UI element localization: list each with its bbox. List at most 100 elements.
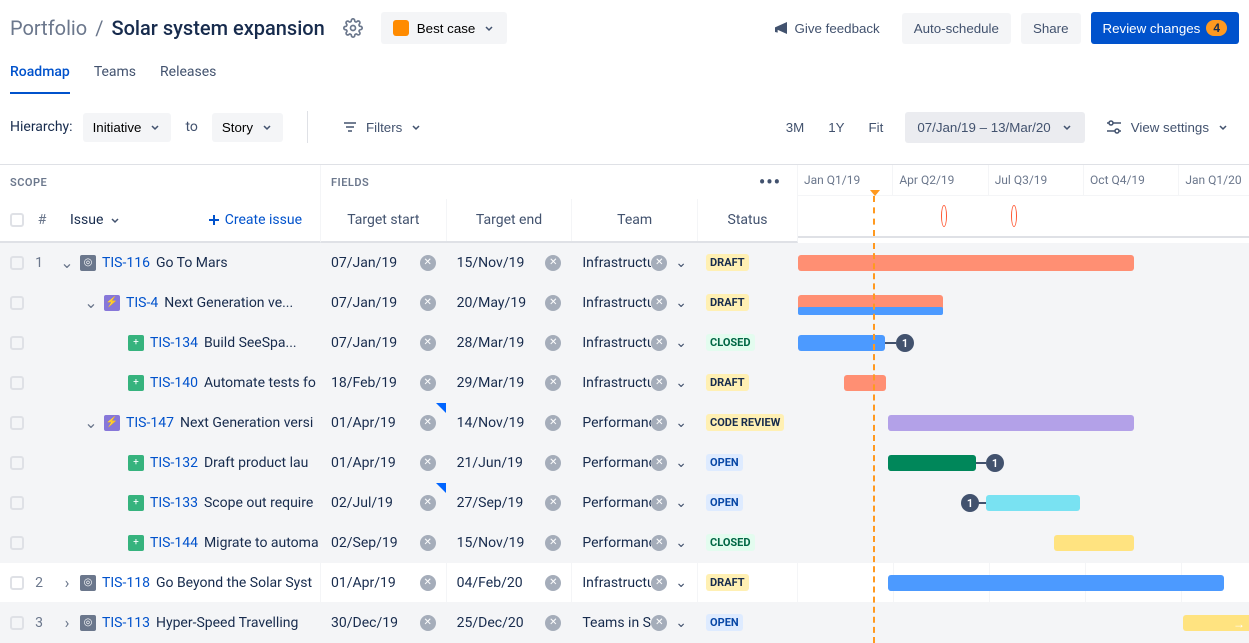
chevron-down-icon[interactable]: ⌄	[671, 615, 687, 631]
chevron-down-icon[interactable]: ⌄	[671, 495, 687, 511]
clear-icon[interactable]: ✕	[651, 295, 667, 311]
release-status-dot[interactable]	[942, 206, 946, 226]
clear-icon[interactable]: ✕	[420, 495, 436, 511]
target-end-field[interactable]: 27/Sep/19✕	[446, 483, 572, 522]
clear-icon[interactable]: ✕	[420, 615, 436, 631]
target-end-field[interactable]: 14/Nov/19✕	[446, 403, 572, 442]
clear-icon[interactable]: ✕	[651, 375, 667, 391]
clear-icon[interactable]: ✕	[545, 375, 561, 391]
clear-icon[interactable]: ✕	[545, 455, 561, 471]
zoom-1y[interactable]: 1Y	[816, 112, 856, 143]
review-changes-button[interactable]: Review changes 4	[1091, 12, 1239, 44]
target-end-field[interactable]: 04/Feb/20✕	[446, 563, 572, 602]
team-field[interactable]: Performance...✕⌄	[571, 483, 697, 522]
target-start-field[interactable]: 30/Dec/19✕	[321, 603, 446, 642]
row-checkbox[interactable]	[10, 616, 24, 630]
expand-icon[interactable]: ⌄	[84, 293, 98, 312]
issue-key[interactable]: TIS-134	[150, 335, 198, 351]
row-checkbox[interactable]	[10, 256, 24, 270]
target-end-field[interactable]: 15/Nov/19✕	[446, 523, 572, 562]
issue-key[interactable]: TIS-118	[102, 575, 150, 591]
team-field[interactable]: Infrastructur...✕⌄	[571, 363, 697, 402]
issue-key[interactable]: TIS-4	[126, 295, 158, 311]
row-checkbox[interactable]	[10, 456, 24, 470]
clear-icon[interactable]: ✕	[545, 495, 561, 511]
clear-icon[interactable]: ✕	[420, 415, 436, 431]
expand-icon[interactable]: ›	[60, 573, 74, 592]
clear-icon[interactable]: ✕	[545, 255, 561, 271]
target-start-field[interactable]: 01/Apr/19✕	[321, 403, 446, 442]
tab-roadmap[interactable]: Roadmap	[10, 56, 70, 94]
target-end-field[interactable]: 20/May/19✕	[446, 283, 572, 322]
chevron-down-icon[interactable]: ⌄	[671, 375, 687, 391]
share-button[interactable]: Share	[1021, 13, 1081, 44]
issue-key[interactable]: TIS-147	[126, 415, 174, 431]
chevron-down-icon[interactable]: ⌄	[671, 415, 687, 431]
breadcrumb-root[interactable]: Portfolio	[10, 16, 87, 40]
issue-key[interactable]: TIS-133	[150, 495, 198, 511]
tab-teams[interactable]: Teams	[94, 56, 136, 94]
select-all-checkbox[interactable]	[10, 213, 24, 227]
target-end-field[interactable]: 21/Jun/19✕	[446, 443, 572, 482]
target-start-field[interactable]: 07/Jan/19✕	[321, 243, 446, 282]
team-field[interactable]: Performance...✕⌄	[571, 443, 697, 482]
clear-icon[interactable]: ✕	[545, 295, 561, 311]
issue-key[interactable]: TIS-116	[102, 255, 150, 271]
zoom-fit[interactable]: Fit	[857, 112, 896, 143]
zoom-3m[interactable]: 3M	[774, 112, 817, 143]
dependency-badge[interactable]: 1	[986, 454, 1004, 472]
team-field[interactable]: Infrastructur...✕⌄	[571, 323, 697, 362]
gantt-bar[interactable]	[1054, 535, 1134, 551]
issue-key[interactable]: TIS-132	[150, 455, 198, 471]
clear-icon[interactable]: ✕	[545, 535, 561, 551]
dependency-badge[interactable]: 1	[961, 494, 979, 512]
gantt-bar[interactable]	[888, 455, 976, 471]
col-issue[interactable]: Issue	[60, 212, 121, 228]
clear-icon[interactable]: ✕	[420, 295, 436, 311]
target-start-field[interactable]: 01/Apr/19✕	[321, 443, 446, 482]
gantt-bar[interactable]	[798, 255, 1134, 271]
row-checkbox[interactable]	[10, 536, 24, 550]
create-issue-link[interactable]: Create issue	[207, 212, 302, 228]
clear-icon[interactable]: ✕	[420, 575, 436, 591]
gantt-bar[interactable]	[798, 307, 943, 315]
team-field[interactable]: Performance...✕⌄	[571, 403, 697, 442]
clear-icon[interactable]: ✕	[651, 415, 667, 431]
clear-icon[interactable]: ✕	[651, 455, 667, 471]
team-field[interactable]: Infrastructur...✕⌄	[571, 283, 697, 322]
target-start-field[interactable]: 02/Sep/19✕	[321, 523, 446, 562]
gantt-bar[interactable]	[798, 335, 885, 351]
clear-icon[interactable]: ✕	[651, 495, 667, 511]
gear-icon[interactable]	[343, 18, 363, 38]
chevron-down-icon[interactable]: ⌄	[671, 575, 687, 591]
clear-icon[interactable]: ✕	[651, 535, 667, 551]
target-start-field[interactable]: 02/Jul/19✕	[321, 483, 446, 522]
chevron-down-icon[interactable]: ⌄	[671, 255, 687, 271]
issue-key[interactable]: TIS-140	[150, 375, 198, 391]
issue-key[interactable]: TIS-144	[150, 535, 198, 551]
row-checkbox[interactable]	[10, 496, 24, 510]
clear-icon[interactable]: ✕	[420, 375, 436, 391]
auto-schedule-button[interactable]: Auto-schedule	[902, 13, 1011, 44]
date-range-select[interactable]: 07/Jan/19 – 13/Mar/20	[905, 112, 1084, 143]
clear-icon[interactable]: ✕	[420, 455, 436, 471]
team-field[interactable]: Infrastructur...✕⌄	[571, 563, 697, 602]
target-end-field[interactable]: 28/Mar/19✕	[446, 323, 572, 362]
dependency-badge[interactable]: 1	[896, 334, 914, 352]
target-start-field[interactable]: 01/Apr/19✕	[321, 563, 446, 602]
give-feedback-button[interactable]: Give feedback	[761, 12, 892, 44]
row-checkbox[interactable]	[10, 296, 24, 310]
target-start-field[interactable]: 07/Jan/19✕	[321, 323, 446, 362]
view-settings-button[interactable]: View settings	[1095, 110, 1239, 144]
row-checkbox[interactable]	[10, 576, 24, 590]
chevron-down-icon[interactable]: ⌄	[671, 455, 687, 471]
clear-icon[interactable]: ✕	[545, 575, 561, 591]
chevron-down-icon[interactable]: ⌄	[671, 295, 687, 311]
target-start-field[interactable]: 07/Jan/19✕	[321, 283, 446, 322]
clear-icon[interactable]: ✕	[420, 255, 436, 271]
target-start-field[interactable]: 18/Feb/19✕	[321, 363, 446, 402]
clear-icon[interactable]: ✕	[545, 335, 561, 351]
clear-icon[interactable]: ✕	[420, 335, 436, 351]
issue-key[interactable]: TIS-113	[102, 615, 150, 631]
hierarchy-from-select[interactable]: Initiative	[83, 113, 172, 142]
